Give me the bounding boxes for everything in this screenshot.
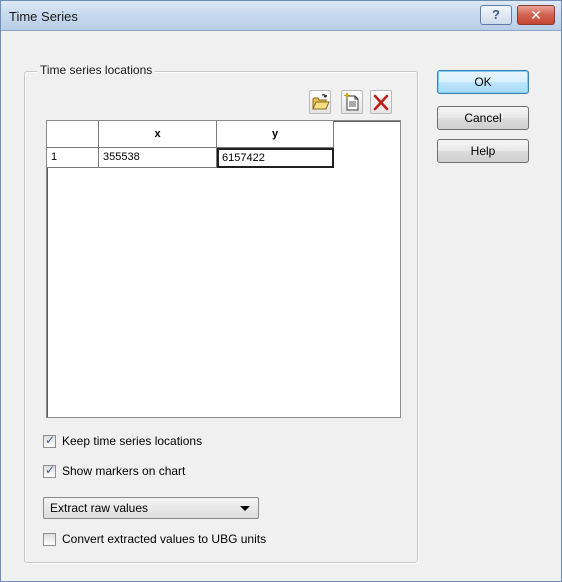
- grid-row-number[interactable]: 1: [47, 148, 99, 168]
- convert-units-label[interactable]: Convert extracted values to UBG units: [62, 532, 266, 546]
- grid-cell-x[interactable]: 355538: [99, 148, 217, 168]
- dropdown-arrow-icon: [240, 506, 250, 511]
- title-close-button[interactable]: ✕: [517, 5, 555, 25]
- checkmark-icon: ✓: [45, 433, 56, 447]
- show-markers-checkbox[interactable]: ✓: [43, 463, 56, 478]
- question-mark-icon: ?: [492, 7, 500, 22]
- window-title: Time Series: [9, 9, 78, 24]
- extract-mode-select[interactable]: Extract raw values: [43, 497, 259, 519]
- delete-location-button[interactable]: [370, 90, 392, 114]
- delete-x-icon: [373, 94, 389, 111]
- close-icon: ✕: [530, 7, 542, 23]
- cancel-button[interactable]: Cancel: [437, 106, 529, 130]
- checkmark-icon: ✓: [45, 463, 56, 477]
- new-location-button[interactable]: [341, 90, 363, 114]
- help-button[interactable]: Help: [437, 139, 529, 163]
- open-file-button[interactable]: [309, 90, 331, 114]
- show-markers-label[interactable]: Show markers on chart: [62, 464, 185, 478]
- extract-mode-value: Extract raw values: [50, 501, 149, 515]
- ok-button[interactable]: OK: [437, 70, 529, 94]
- time-series-dialog: Time Series ? ✕ Time series locations x …: [0, 0, 562, 582]
- keep-locations-checkbox[interactable]: ✓: [43, 433, 56, 448]
- grid-header-x[interactable]: x: [99, 121, 217, 148]
- groupbox-label: Time series locations: [37, 63, 156, 77]
- open-folder-icon: [312, 94, 330, 110]
- title-help-button[interactable]: ?: [480, 5, 512, 25]
- convert-units-checkbox[interactable]: [43, 533, 56, 546]
- grid-corner-header: [47, 121, 99, 148]
- locations-grid[interactable]: x y 1 355538 6157422: [46, 120, 401, 418]
- title-bar[interactable]: Time Series ? ✕: [1, 1, 561, 31]
- grid-cell-y[interactable]: 6157422: [217, 148, 334, 168]
- grid-header-y[interactable]: y: [217, 121, 334, 148]
- keep-locations-label[interactable]: Keep time series locations: [62, 434, 202, 448]
- new-document-icon: [343, 92, 359, 111]
